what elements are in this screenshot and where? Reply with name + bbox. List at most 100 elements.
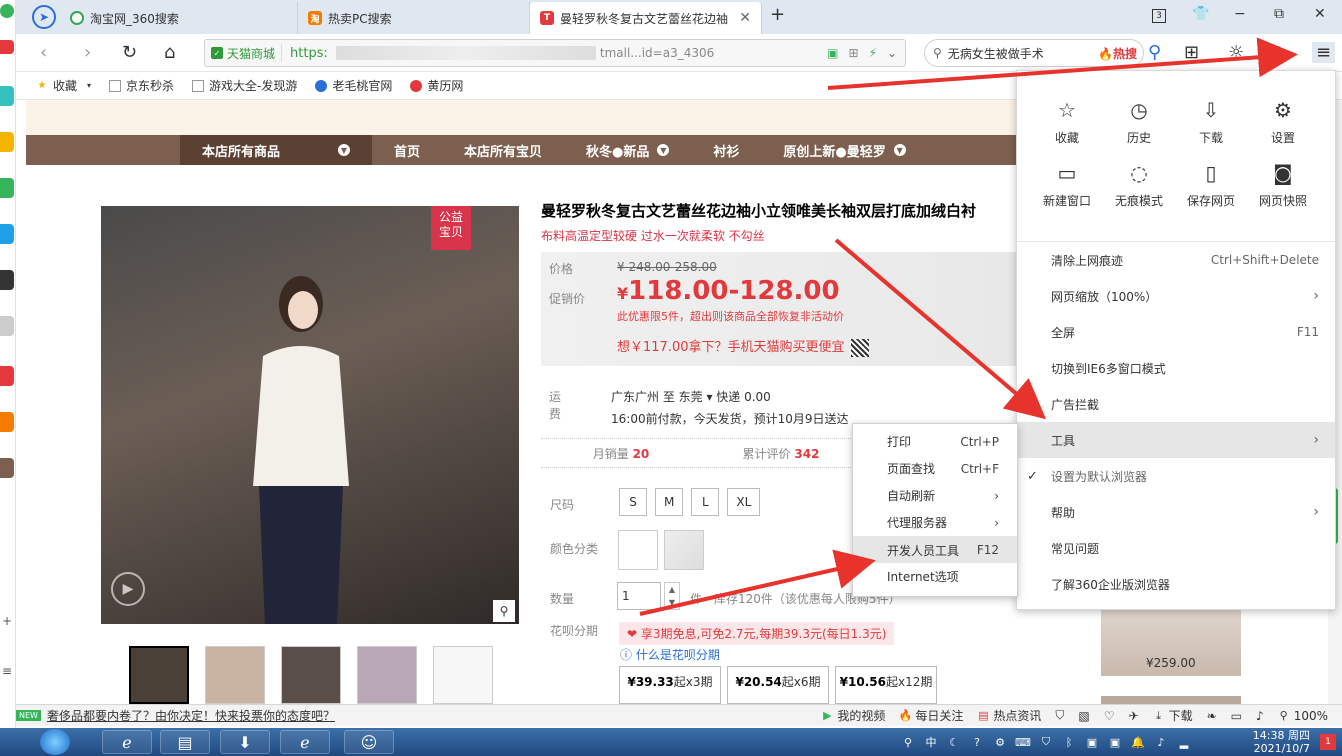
reader-icon[interactable]: ▣: [827, 46, 838, 60]
sidebar-app-3-icon[interactable]: [0, 178, 14, 198]
size-option[interactable]: M: [655, 488, 684, 516]
news-link[interactable]: 奢侈品都要内卷了？由你决定！快来投票你的态度吧？: [47, 707, 335, 724]
address-bar[interactable]: ✓ 天猫商城 https: tmall...id=a3_4306 ▣ ⊞ ⚡ ⌄: [204, 39, 906, 67]
thumbnail[interactable]: [281, 646, 341, 704]
forward-icon[interactable]: ›: [84, 42, 91, 63]
menu-item[interactable]: 广告拦截: [1017, 386, 1335, 422]
tools-menu-item[interactable]: 自动刷新 ›: [853, 482, 1017, 509]
home-icon[interactable]: ⌂: [164, 42, 175, 63]
bookmark-huangli[interactable]: 黄历网: [410, 77, 463, 94]
certificate-badge[interactable]: ✓ 天猫商城: [205, 44, 283, 62]
menu-item[interactable]: 清除上网痕迹 Ctrl+Shift+Delete: [1017, 242, 1335, 278]
speaker-icon[interactable]: ♪: [1153, 734, 1169, 750]
recommend-card[interactable]: [1101, 696, 1241, 704]
daily-focus[interactable]: 🔥 每日关注: [899, 707, 964, 724]
sidebar-app-6-icon[interactable]: [0, 316, 14, 336]
color-swatch-cream[interactable]: [664, 530, 704, 570]
menu-window-button[interactable]: ▭ 新建窗口: [1031, 160, 1103, 209]
chevron-down-icon[interactable]: ⌄: [887, 46, 897, 60]
main-menu-button[interactable]: ≡: [1312, 42, 1336, 63]
product-main-image[interactable]: 公益 宝贝 ▶ ⚲: [101, 206, 519, 624]
nav-all-products[interactable]: 本店所有商品 ▼: [180, 135, 372, 165]
help-icon[interactable]: ?: [969, 734, 985, 750]
nav-all-items[interactable]: 本店所有宝贝: [442, 141, 564, 160]
360-browser-taskbar-icon[interactable]: ℯ: [280, 730, 330, 754]
download-status[interactable]: ⤓ 下载: [1153, 707, 1192, 724]
bookmark-laomaotao[interactable]: 老毛桃官网: [315, 77, 392, 94]
menu-item[interactable]: 了解360企业版浏览器: [1017, 566, 1335, 602]
close-window-button[interactable]: ✕: [1314, 6, 1326, 22]
app-tray-icon[interactable]: ▣: [1084, 734, 1100, 750]
huabei-help-link[interactable]: ⓘ 什么是花呗分期: [620, 646, 720, 663]
tab-count-button[interactable]: 3: [1152, 9, 1166, 23]
bookmark-games[interactable]: 游戏大全-发现游: [192, 77, 297, 94]
tab-hot-sale[interactable]: 淘 热卖PC搜索: [298, 2, 530, 34]
speed-icon[interactable]: ⚡: [869, 46, 877, 60]
nav-shirts[interactable]: 衬衫: [691, 141, 761, 160]
sidebar-app-5-icon[interactable]: [0, 270, 14, 290]
app-tray-icon[interactable]: ▣: [1107, 734, 1123, 750]
image-icon[interactable]: ▧: [1078, 709, 1089, 723]
nav-home[interactable]: 首页: [372, 141, 442, 160]
close-tab-icon[interactable]: ✕: [739, 10, 751, 26]
installment-6[interactable]: ¥20.54起x6期: [727, 666, 829, 704]
undo-icon[interactable]: ↶: [1268, 42, 1283, 63]
quantity-input[interactable]: 1: [617, 582, 661, 610]
volume-icon[interactable]: ♪: [1256, 709, 1264, 723]
nav-original[interactable]: 原创上新●曼轻罗 ▼: [761, 141, 927, 160]
qr-code-icon[interactable]: [850, 338, 869, 357]
thumbnail[interactable]: [129, 646, 189, 704]
sidebar-app-2-icon[interactable]: [0, 132, 14, 152]
menu-item[interactable]: 全屏 F11: [1017, 314, 1335, 350]
sidebar-menu-icon[interactable]: ≡: [2, 664, 12, 678]
play-video-icon[interactable]: ▶: [111, 572, 145, 606]
tools-menu-item[interactable]: Internet选项: [853, 563, 1017, 590]
menu-clock-button[interactable]: ◷ 历史: [1103, 97, 1175, 146]
skin-icon[interactable]: 👕: [1192, 6, 1209, 22]
new-tab-button[interactable]: +: [770, 4, 785, 25]
navigation-icon[interactable]: ➤: [32, 5, 56, 29]
menu-gear-button[interactable]: ⚙ 设置: [1247, 97, 1319, 146]
window-icon[interactable]: ▭: [1231, 709, 1242, 723]
menu-item[interactable]: 网页缩放（100%） ›: [1017, 278, 1335, 314]
refresh-icon[interactable]: ↻: [122, 42, 137, 63]
menu-camera-button[interactable]: ◙ 网页快照: [1247, 160, 1319, 209]
hot-news[interactable]: ▤ 热点资讯: [977, 707, 1041, 724]
tools-menu-item[interactable]: 打印 Ctrl+P: [853, 428, 1017, 455]
back-icon[interactable]: ‹: [40, 42, 47, 63]
gear-icon[interactable]: ⚙: [992, 734, 1008, 750]
shield-icon[interactable]: ⛉: [1038, 734, 1054, 750]
sidebar-add-icon[interactable]: +: [2, 614, 12, 628]
sidebar-app-4-icon[interactable]: [0, 224, 14, 244]
zoom-status[interactable]: ⚲ 100%: [1278, 709, 1328, 723]
search-go-icon[interactable]: ⚲: [1148, 42, 1161, 63]
size-option[interactable]: XL: [727, 488, 761, 516]
qr-icon[interactable]: ⊞: [848, 46, 858, 60]
menu-incognito-button[interactable]: ◌ 无痕模式: [1103, 160, 1175, 209]
clock[interactable]: 14:38 周四 2021/10/7: [1253, 729, 1310, 755]
sidebar-app-1-icon[interactable]: [0, 86, 14, 106]
account-icon[interactable]: [0, 40, 14, 54]
thumbnail[interactable]: [357, 646, 417, 704]
size-option[interactable]: L: [691, 488, 720, 516]
tools-menu-item[interactable]: 开发人员工具 F12: [853, 536, 1017, 563]
tab-product[interactable]: T 曼轻罗秋冬复古文艺蕾丝花边袖 ✕: [530, 2, 762, 34]
360-logo-icon[interactable]: [0, 4, 14, 18]
search-box[interactable]: ⚲ 无病女生被做手术 🔥热搜: [924, 39, 1144, 67]
bulb-icon[interactable]: ☼: [1228, 42, 1244, 63]
thumbnail[interactable]: [433, 646, 493, 704]
installment-12[interactable]: ¥10.56起x12期: [835, 666, 937, 704]
folder-taskbar-icon[interactable]: ▤: [160, 730, 210, 754]
sidebar-app-7-icon[interactable]: [0, 366, 14, 386]
menu-star-button[interactable]: ☆ 收藏: [1031, 97, 1103, 146]
tools-menu-item[interactable]: 页面查找 Ctrl+F: [853, 455, 1017, 482]
menu-download-button[interactable]: ⇩ 下载: [1175, 97, 1247, 146]
bluetooth-icon[interactable]: ᛒ: [1061, 734, 1077, 750]
ime-indicator[interactable]: 中: [923, 734, 939, 750]
leaf-icon[interactable]: ❧: [1207, 709, 1217, 723]
review-count[interactable]: 累计评价 342: [701, 445, 861, 462]
search-icon[interactable]: ⚲: [900, 734, 916, 750]
menu-item[interactable]: 工具 ›: [1017, 422, 1335, 458]
shipping-route[interactable]: 广东广州 至 东莞 ▾ 快递 0.00: [611, 388, 771, 405]
search-input[interactable]: 无病女生被做手术: [948, 45, 1044, 62]
